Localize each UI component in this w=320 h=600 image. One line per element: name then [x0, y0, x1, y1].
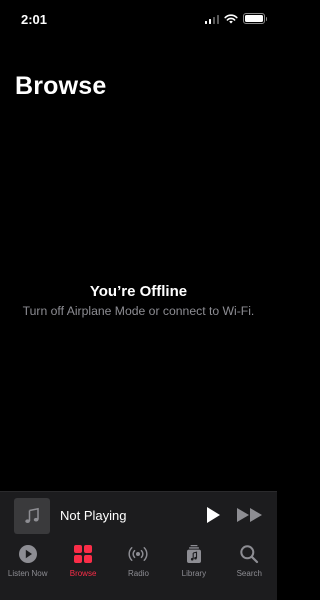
play-circle-icon [17, 543, 39, 565]
status-bar: 2:01 [0, 0, 277, 40]
grid-icon [72, 543, 94, 565]
offline-title: You’re Offline [89, 283, 188, 300]
offline-message: You’re Offline Turn off Airplane Mode or… [0, 283, 277, 318]
status-icons [204, 13, 267, 24]
tab-label: Listen Now [7, 569, 48, 578]
tab-radio[interactable]: Radio [111, 538, 166, 600]
tab-search[interactable]: Search [222, 538, 277, 600]
search-icon [238, 543, 260, 565]
tab-label: Library [181, 569, 207, 578]
artwork-placeholder [14, 498, 50, 534]
music-note-icon [25, 507, 39, 523]
tab-browse[interactable]: Browse [55, 538, 110, 600]
tab-bar: Listen Now Browse Radio Library Search [0, 538, 277, 600]
fast-forward-icon[interactable] [236, 507, 264, 523]
battery-icon [243, 13, 267, 24]
status-time: 2:01 [21, 12, 48, 27]
tab-library[interactable]: Library [166, 538, 221, 600]
tab-label: Search [236, 569, 262, 578]
radio-broadcast-icon [127, 543, 149, 565]
offline-subtitle: Turn off Airplane Mode or connect to Wi-… [22, 304, 255, 318]
mini-player[interactable]: Not Playing [0, 491, 277, 538]
tab-listen-now[interactable]: Listen Now [0, 538, 55, 600]
tab-label: Browse [69, 569, 97, 578]
cellular-signal-icon [204, 14, 219, 24]
library-icon [183, 543, 205, 565]
play-icon[interactable] [205, 506, 221, 524]
now-playing-label: Not Playing [60, 508, 127, 523]
wifi-icon [224, 13, 238, 23]
page-title: Browse [15, 72, 107, 100]
tab-label: Radio [128, 569, 149, 578]
